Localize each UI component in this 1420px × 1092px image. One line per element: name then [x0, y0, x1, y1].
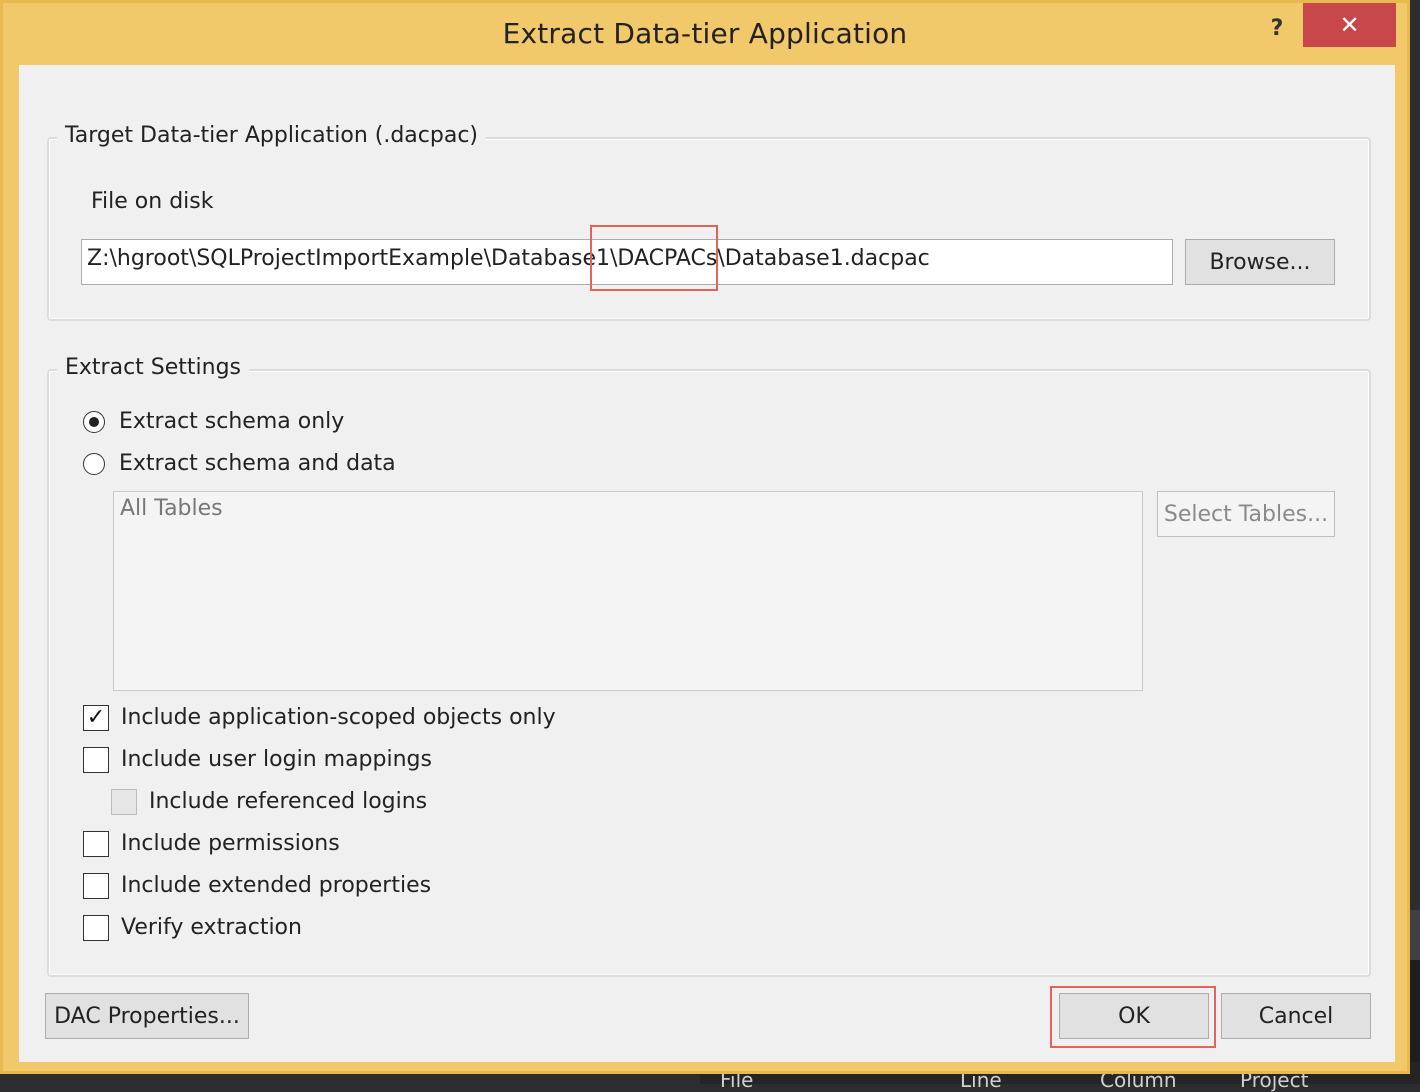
help-button[interactable]: ?: [1261, 11, 1293, 47]
referenced-logins-checkbox[interactable]: [111, 789, 137, 815]
user-login-mappings-label: Include user login mappings: [121, 747, 432, 772]
file-on-disk-label: File on disk: [91, 189, 214, 214]
close-icon: ✕: [1339, 11, 1360, 39]
dac-properties-button[interactable]: DAC Properties...: [45, 993, 249, 1039]
target-group-legend: Target Data-tier Application (.dacpac): [57, 123, 486, 148]
target-group: [47, 137, 1371, 321]
dialog-client-area: Target Data-tier Application (.dacpac) F…: [19, 65, 1395, 1062]
close-button[interactable]: ✕: [1303, 3, 1396, 47]
tables-listbox: All Tables: [113, 491, 1143, 691]
user-login-mappings-checkbox[interactable]: [83, 747, 109, 773]
extract-schema-data-radio[interactable]: [83, 453, 105, 475]
cancel-button[interactable]: Cancel: [1221, 993, 1371, 1039]
ok-button[interactable]: OK: [1059, 993, 1209, 1039]
all-tables-item: All Tables: [120, 496, 223, 521]
extract-settings-legend: Extract Settings: [57, 355, 250, 380]
app-scoped-label: Include application-scoped objects only: [121, 705, 556, 730]
extract-schema-only-radio[interactable]: [83, 411, 105, 433]
extract-schema-data-label: Extract schema and data: [119, 451, 396, 476]
permissions-checkbox[interactable]: [83, 831, 109, 857]
extract-dialog: Extract Data-tier Application ? ✕ Target…: [0, 0, 1410, 1074]
browse-button[interactable]: Browse...: [1185, 239, 1335, 285]
extended-properties-label: Include extended properties: [121, 873, 432, 898]
app-scoped-checkbox[interactable]: ✓: [83, 705, 109, 731]
referenced-logins-label: Include referenced logins: [149, 789, 428, 814]
select-tables-button[interactable]: Select Tables...: [1157, 491, 1335, 537]
dialog-title: Extract Data-tier Application: [502, 17, 908, 50]
permissions-label: Include permissions: [121, 831, 340, 856]
verify-extraction-label: Verify extraction: [121, 915, 302, 940]
extract-schema-only-label: Extract schema only: [119, 409, 345, 434]
extended-properties-checkbox[interactable]: [83, 873, 109, 899]
verify-extraction-checkbox[interactable]: [83, 915, 109, 941]
file-path-input[interactable]: Z:\hgroot\SQLProjectImportExample\Databa…: [81, 239, 1173, 285]
checkmark-icon: ✓: [86, 705, 106, 730]
